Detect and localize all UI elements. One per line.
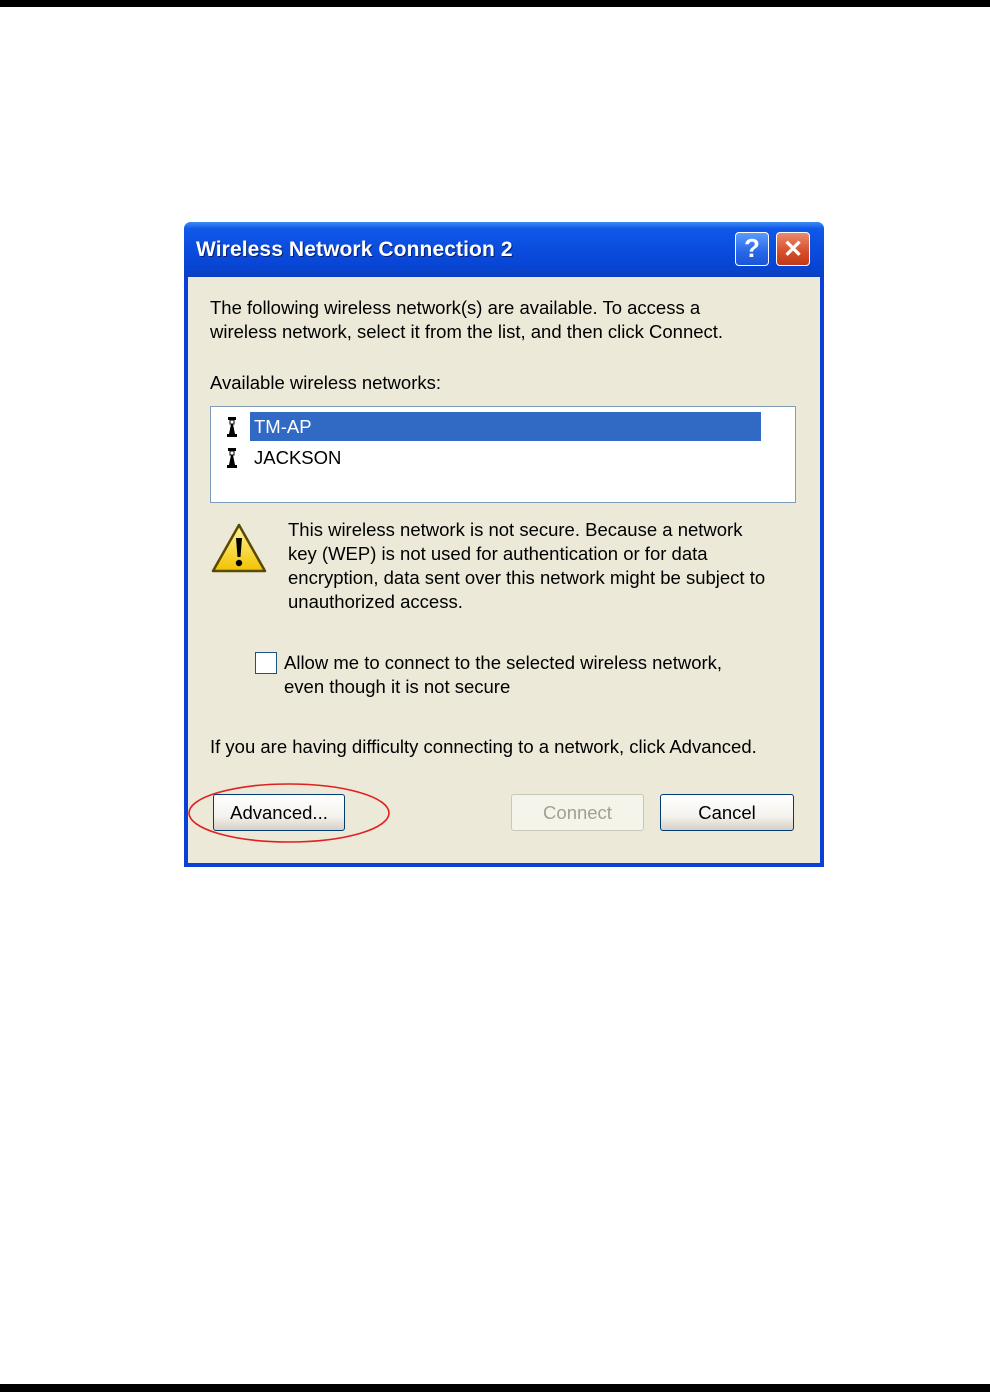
network-item-tm-ap[interactable]: TM-AP xyxy=(225,412,765,441)
networks-list-label: Available wireless networks: xyxy=(210,372,442,393)
wireless-antenna-icon xyxy=(227,417,237,437)
network-name: JACKSON xyxy=(254,447,342,468)
help-button[interactable]: ? xyxy=(735,232,769,266)
top-page-rule xyxy=(0,0,990,7)
warning-text-line2: key (WEP) is not used for authentication… xyxy=(288,543,708,564)
close-button[interactable]: ✕ xyxy=(776,232,810,266)
network-item-jackson[interactable]: JACKSON xyxy=(225,443,765,472)
advanced-button[interactable]: Advanced... xyxy=(213,794,345,831)
wireless-connection-dialog: Wireless Network Connection 2 ? ✕ The fo… xyxy=(184,222,824,867)
wireless-antenna-icon xyxy=(227,448,237,468)
allow-insecure-checkbox[interactable] xyxy=(255,652,277,674)
advanced-help-text: If you are having difficulty connecting … xyxy=(210,736,757,757)
bottom-page-rule xyxy=(0,1384,990,1392)
allow-insecure-label-line2: even though it is not secure xyxy=(284,676,511,697)
help-icon: ? xyxy=(744,233,760,263)
wireless-networks-list[interactable]: TM-AP JACKSON xyxy=(210,406,796,503)
intro-text-line1: The following wireless network(s) are av… xyxy=(210,297,701,318)
network-name: TM-AP xyxy=(250,412,761,441)
connect-button[interactable]: Connect xyxy=(511,794,644,831)
warning-text-line3: encryption, data sent over this network … xyxy=(288,567,766,588)
allow-insecure-label-line1: Allow me to connect to the selected wire… xyxy=(284,652,723,673)
title-bar[interactable]: Wireless Network Connection 2 ? ✕ xyxy=(184,222,824,277)
warning-text-line1: This wireless network is not secure. Bec… xyxy=(288,519,743,540)
close-icon: ✕ xyxy=(782,236,804,263)
warning-icon xyxy=(211,523,267,573)
window-title: Wireless Network Connection 2 xyxy=(196,238,513,261)
intro-text-line2: wireless network, select it from the lis… xyxy=(210,321,724,342)
warning-text-line4: unauthorized access. xyxy=(288,591,463,612)
dialog-body: The following wireless network(s) are av… xyxy=(188,277,820,863)
cancel-button[interactable]: Cancel xyxy=(660,794,794,831)
